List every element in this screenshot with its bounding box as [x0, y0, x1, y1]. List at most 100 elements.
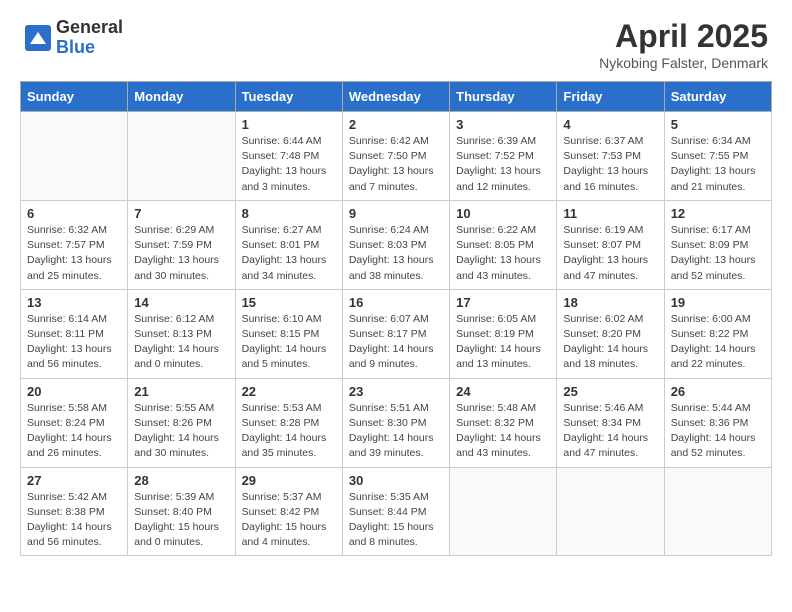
calendar-table: SundayMondayTuesdayWednesdayThursdayFrid… [20, 81, 772, 556]
day-number: 21 [134, 384, 228, 399]
calendar-body: 1Sunrise: 6:44 AMSunset: 7:48 PMDaylight… [21, 112, 772, 556]
day-info: Sunrise: 6:00 AMSunset: 8:22 PMDaylight:… [671, 312, 765, 373]
day-info: Sunrise: 6:37 AMSunset: 7:53 PMDaylight:… [563, 134, 657, 195]
day-number: 29 [242, 473, 336, 488]
day-info: Sunrise: 5:51 AMSunset: 8:30 PMDaylight:… [349, 401, 443, 462]
day-number: 19 [671, 295, 765, 310]
calendar-cell [21, 112, 128, 201]
calendar-cell: 14 Sunrise: 6:12 AMSunset: 8:13 PMDayligh… [128, 289, 235, 378]
calendar-wrapper: SundayMondayTuesdayWednesdayThursdayFrid… [0, 81, 792, 566]
day-number: 30 [349, 473, 443, 488]
day-info: Sunrise: 6:27 AMSunset: 8:01 PMDaylight:… [242, 223, 336, 284]
day-info: Sunrise: 6:07 AMSunset: 8:17 PMDaylight:… [349, 312, 443, 373]
day-info: Sunrise: 6:05 AMSunset: 8:19 PMDaylight:… [456, 312, 550, 373]
calendar-cell [128, 112, 235, 201]
day-number: 3 [456, 117, 550, 132]
day-info: Sunrise: 6:32 AMSunset: 7:57 PMDaylight:… [27, 223, 121, 284]
day-info: Sunrise: 6:17 AMSunset: 8:09 PMDaylight:… [671, 223, 765, 284]
logo: General Blue [24, 18, 123, 58]
day-number: 25 [563, 384, 657, 399]
day-number: 7 [134, 206, 228, 221]
calendar-cell: 8 Sunrise: 6:27 AMSunset: 8:01 PMDaylight… [235, 200, 342, 289]
calendar-week-3: 13Sunrise: 6:14 AMSunset: 8:11 PMDayligh… [21, 289, 772, 378]
weekday-thursday: Thursday [450, 82, 557, 112]
day-number: 9 [349, 206, 443, 221]
header: General Blue April 2025 Nykobing Falster… [0, 0, 792, 81]
weekday-tuesday: Tuesday [235, 82, 342, 112]
calendar-cell: 22 Sunrise: 5:53 AMSunset: 8:28 PMDayligh… [235, 378, 342, 467]
logo-general: General [56, 18, 123, 38]
day-number: 22 [242, 384, 336, 399]
calendar-header: SundayMondayTuesdayWednesdayThursdayFrid… [21, 82, 772, 112]
calendar-cell: 20Sunrise: 5:58 AMSunset: 8:24 PMDayligh… [21, 378, 128, 467]
calendar-cell: 17 Sunrise: 6:05 AMSunset: 8:19 PMDayligh… [450, 289, 557, 378]
calendar-cell: 10 Sunrise: 6:22 AMSunset: 8:05 PMDayligh… [450, 200, 557, 289]
day-info: Sunrise: 5:53 AMSunset: 8:28 PMDaylight:… [242, 401, 336, 462]
weekday-sunday: Sunday [21, 82, 128, 112]
calendar-cell: 6 Sunrise: 6:32 AMSunset: 7:57 PMDaylight… [21, 200, 128, 289]
day-info: Sunrise: 5:44 AMSunset: 8:36 PMDaylight:… [671, 401, 765, 462]
day-info: Sunrise: 5:37 AMSunset: 8:42 PMDaylight:… [242, 490, 336, 551]
day-number: 15 [242, 295, 336, 310]
day-number: 23 [349, 384, 443, 399]
weekday-monday: Monday [128, 82, 235, 112]
day-number: 17 [456, 295, 550, 310]
day-number: 28 [134, 473, 228, 488]
calendar-week-4: 20Sunrise: 5:58 AMSunset: 8:24 PMDayligh… [21, 378, 772, 467]
calendar-cell: 3 Sunrise: 6:39 AMSunset: 7:52 PMDaylight… [450, 112, 557, 201]
day-info: Sunrise: 6:44 AMSunset: 7:48 PMDaylight:… [242, 134, 336, 195]
calendar-cell: 11Sunrise: 6:19 AMSunset: 8:07 PMDayligh… [557, 200, 664, 289]
calendar-cell [557, 467, 664, 556]
day-info: Sunrise: 6:12 AMSunset: 8:13 PMDaylight:… [134, 312, 228, 373]
day-number: 11 [563, 206, 657, 221]
day-number: 26 [671, 384, 765, 399]
day-number: 4 [563, 117, 657, 132]
weekday-header-row: SundayMondayTuesdayWednesdayThursdayFrid… [21, 82, 772, 112]
calendar-title: April 2025 [599, 18, 768, 55]
calendar-cell [664, 467, 771, 556]
day-info: Sunrise: 6:22 AMSunset: 8:05 PMDaylight:… [456, 223, 550, 284]
calendar-cell: 19 Sunrise: 6:00 AMSunset: 8:22 PMDayligh… [664, 289, 771, 378]
day-info: Sunrise: 6:42 AMSunset: 7:50 PMDaylight:… [349, 134, 443, 195]
calendar-cell: 29 Sunrise: 5:37 AMSunset: 8:42 PMDayligh… [235, 467, 342, 556]
day-number: 14 [134, 295, 228, 310]
calendar-location: Nykobing Falster, Denmark [599, 55, 768, 71]
day-info: Sunrise: 6:39 AMSunset: 7:52 PMDaylight:… [456, 134, 550, 195]
calendar-cell: 5Sunrise: 6:34 AMSunset: 7:55 PMDaylight… [664, 112, 771, 201]
day-info: Sunrise: 6:34 AMSunset: 7:55 PMDaylight:… [671, 134, 765, 195]
day-number: 20 [27, 384, 121, 399]
calendar-cell: 1Sunrise: 6:44 AMSunset: 7:48 PMDaylight… [235, 112, 342, 201]
calendar-cell: 9 Sunrise: 6:24 AMSunset: 8:03 PMDaylight… [342, 200, 449, 289]
day-number: 16 [349, 295, 443, 310]
day-info: Sunrise: 6:24 AMSunset: 8:03 PMDaylight:… [349, 223, 443, 284]
calendar-cell [450, 467, 557, 556]
title-block: April 2025 Nykobing Falster, Denmark [599, 18, 768, 71]
calendar-cell: 21 Sunrise: 5:55 AMSunset: 8:26 PMDayligh… [128, 378, 235, 467]
calendar-cell: 26 Sunrise: 5:44 AMSunset: 8:36 PMDayligh… [664, 378, 771, 467]
calendar-cell: 27Sunrise: 5:42 AMSunset: 8:38 PMDayligh… [21, 467, 128, 556]
logo-icon [24, 24, 52, 52]
day-info: Sunrise: 5:42 AMSunset: 8:38 PMDaylight:… [27, 490, 121, 551]
calendar-week-5: 27Sunrise: 5:42 AMSunset: 8:38 PMDayligh… [21, 467, 772, 556]
day-info: Sunrise: 5:55 AMSunset: 8:26 PMDaylight:… [134, 401, 228, 462]
calendar-cell: 12 Sunrise: 6:17 AMSunset: 8:09 PMDayligh… [664, 200, 771, 289]
calendar-cell: 18Sunrise: 6:02 AMSunset: 8:20 PMDayligh… [557, 289, 664, 378]
day-info: Sunrise: 5:35 AMSunset: 8:44 PMDaylight:… [349, 490, 443, 551]
day-number: 2 [349, 117, 443, 132]
calendar-cell: 30 Sunrise: 5:35 AMSunset: 8:44 PMDayligh… [342, 467, 449, 556]
calendar-cell: 23 Sunrise: 5:51 AMSunset: 8:30 PMDayligh… [342, 378, 449, 467]
day-info: Sunrise: 6:10 AMSunset: 8:15 PMDaylight:… [242, 312, 336, 373]
day-number: 12 [671, 206, 765, 221]
calendar-week-2: 6 Sunrise: 6:32 AMSunset: 7:57 PMDaylight… [21, 200, 772, 289]
day-number: 10 [456, 206, 550, 221]
calendar-cell: 25 Sunrise: 5:46 AMSunset: 8:34 PMDayligh… [557, 378, 664, 467]
day-number: 8 [242, 206, 336, 221]
day-number: 18 [563, 295, 657, 310]
day-number: 6 [27, 206, 121, 221]
day-info: Sunrise: 5:39 AMSunset: 8:40 PMDaylight:… [134, 490, 228, 551]
weekday-wednesday: Wednesday [342, 82, 449, 112]
calendar-cell: 13Sunrise: 6:14 AMSunset: 8:11 PMDayligh… [21, 289, 128, 378]
day-info: Sunrise: 5:46 AMSunset: 8:34 PMDaylight:… [563, 401, 657, 462]
logo-blue: Blue [56, 38, 123, 58]
calendar-cell: 2 Sunrise: 6:42 AMSunset: 7:50 PMDaylight… [342, 112, 449, 201]
